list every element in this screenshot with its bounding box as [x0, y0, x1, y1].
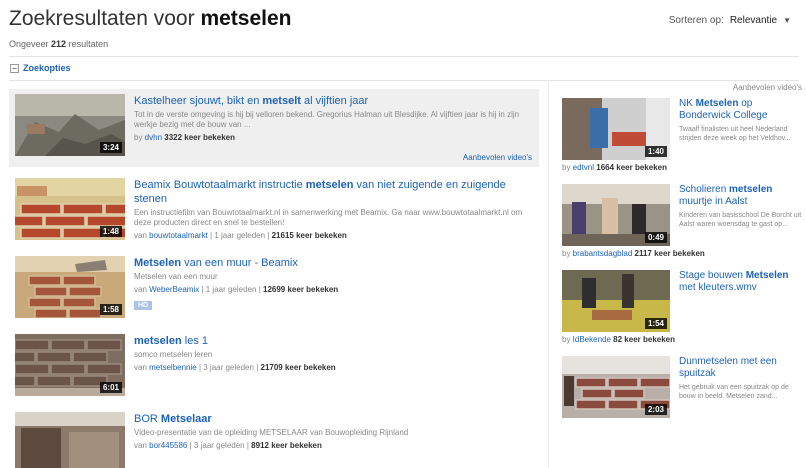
video-title[interactable]: metselen les 1	[134, 334, 533, 348]
video-thumbnail[interactable]: 2:03	[562, 356, 670, 418]
thumbnail-image	[15, 412, 125, 468]
video-meta: by edtvnl 1664 keer bekeken	[562, 163, 667, 172]
video-duration: 1:54	[644, 318, 667, 329]
video-meta: by IdBekende 82 keer bekeken	[562, 335, 675, 344]
video-meta: van bouwtotaalmarkt | 1 jaar geleden | 2…	[134, 231, 347, 240]
view-count: 1664 keer bekeken	[596, 163, 667, 172]
query-text: metselen	[200, 7, 292, 30]
result-item[interactable]: 6:01 metselen les 1 somco metselen leren…	[9, 329, 539, 401]
video-description: Kinderen van basisschool De Borcht uit A…	[679, 212, 802, 228]
divider	[9, 80, 799, 81]
video-title[interactable]: Stage bouwen Metselen met kleuters.wmv	[679, 270, 802, 294]
video-duration: 6:01	[99, 382, 122, 393]
video-duration: 0:49	[644, 232, 667, 243]
search-options-label[interactable]: Zoekopties	[23, 63, 71, 73]
sidebar-video[interactable]: 2:03 Dunmetselen met een spuitzak Het ge…	[562, 356, 802, 418]
search-options-toggle[interactable]: − Zoekopties	[10, 63, 71, 73]
video-title[interactable]: Beamix Bouwtotaalmarkt instructie metsel…	[134, 178, 533, 206]
video-title[interactable]: NK Metselen op Bonderwick College	[679, 98, 802, 122]
video-thumbnail[interactable]: 1:54	[562, 270, 670, 332]
video-meta: by dvhn 3322 keer bekeken	[134, 133, 235, 142]
sidebar-video[interactable]: 0:49 Scholieren metselen muurtje in Aals…	[562, 184, 802, 258]
video-description: Het gebruik van een spuitzak op de bouw …	[679, 384, 789, 400]
view-count: 3322 keer bekeken	[164, 133, 235, 142]
channel-link[interactable]: IdBekende	[573, 335, 611, 344]
video-description: Video-presentatie van de opleiding METSE…	[134, 428, 409, 437]
video-description: Metselen van een muur	[134, 272, 218, 281]
video-description: Tot in de verste omgeving is hij bij vel…	[134, 110, 520, 129]
video-thumbnail[interactable]: 3:24	[15, 94, 125, 156]
result-item[interactable]: 1:58 Metselen van een muur - Beamix Mets…	[9, 251, 539, 323]
result-item[interactable]: BOR Metselaar Video-presentatie van de o…	[9, 407, 539, 468]
video-duration: 1:48	[99, 226, 122, 237]
hd-badge: HD	[134, 301, 153, 310]
video-thumbnail[interactable]: 1:58	[15, 256, 125, 318]
sort-control[interactable]: Sorteren op: Relevantie ▼	[669, 15, 791, 26]
video-meta: van bor445586 | 3 jaar geleden | 8912 ke…	[134, 441, 322, 450]
video-thumbnail[interactable]: 6:01	[15, 334, 125, 396]
video-title[interactable]: BOR Metselaar	[134, 412, 533, 426]
channel-link[interactable]: bor445586	[149, 441, 187, 450]
video-thumbnail[interactable]: 1:48	[15, 178, 125, 240]
view-count: 2117 keer bekeken	[634, 249, 705, 258]
channel-link[interactable]: metselbennie	[149, 363, 197, 372]
promoted-videos-link[interactable]: Aanbevolen video's	[463, 153, 532, 162]
view-count: 82 keer bekeken	[613, 335, 675, 344]
expand-icon[interactable]: −	[10, 63, 19, 73]
video-title[interactable]: Scholieren metselen muurtje in Aalst	[679, 184, 802, 208]
result-item[interactable]: 1:48 Beamix Bouwtotaalmarkt instructie m…	[9, 173, 539, 245]
video-meta: van WeberBeamix | 1 jaar geleden | 12699…	[134, 285, 339, 294]
channel-link[interactable]: bouwtotaalmarkt	[149, 231, 208, 240]
view-count: 21615 keer bekeken	[271, 231, 347, 240]
channel-link[interactable]: edtvnl	[573, 163, 594, 172]
video-thumbnail[interactable]: 0:49	[562, 184, 670, 246]
sort-dropdown[interactable]: Relevantie	[730, 15, 777, 26]
video-description: somco metselen leren	[134, 350, 213, 359]
sidebar-heading: Aanbevolen video's	[732, 83, 802, 92]
video-meta: van metselbennie | 3 jaar geleden | 2170…	[134, 363, 336, 372]
video-duration: 1:40	[644, 146, 667, 157]
divider	[9, 56, 799, 57]
channel-link[interactable]: brabantsdagblad	[573, 249, 633, 258]
sort-label: Sorteren op:	[668, 15, 724, 26]
video-title[interactable]: Dunmetselen met een spuitzak	[679, 356, 802, 380]
video-thumbnail[interactable]	[15, 412, 125, 468]
channel-link[interactable]: dvhn	[145, 133, 162, 142]
chevron-down-icon[interactable]: ▼	[783, 16, 791, 25]
search-header: Zoekresultaten voor metselen Ongeveer 21…	[9, 6, 799, 60]
view-count: 21709 keer bekeken	[260, 363, 336, 372]
recommended-sidebar: Aanbevolen video's 1:40 NK Metselen op B…	[548, 83, 802, 430]
video-description: Een instructiefilm van Bouwtotaalmarkt.n…	[134, 208, 523, 227]
video-title[interactable]: Metselen van een muur - Beamix	[134, 256, 533, 270]
video-duration: 2:03	[644, 404, 667, 415]
video-thumbnail[interactable]: 1:40	[562, 98, 670, 160]
view-count: 8912 keer bekeken	[251, 441, 322, 450]
channel-link[interactable]: WeberBeamix	[149, 285, 199, 294]
video-description: Twaalf finalisten uit heel Nederland str…	[679, 126, 791, 142]
view-count: 12699 keer bekeken	[263, 285, 339, 294]
video-duration: 3:24	[99, 142, 122, 153]
result-count: Ongeveer 212 resultaten	[9, 39, 109, 49]
sidebar-video[interactable]: 1:54 Stage bouwen Metselen met kleuters.…	[562, 270, 802, 344]
results-list: 3:24 Kastelheer sjouwt, bikt en metselt …	[9, 89, 539, 468]
video-title[interactable]: Kastelheer sjouwt, bikt en metselt al vi…	[134, 94, 533, 108]
result-item[interactable]: 3:24 Kastelheer sjouwt, bikt en metselt …	[9, 89, 539, 167]
sidebar-video[interactable]: 1:40 NK Metselen op Bonderwick College T…	[562, 98, 802, 172]
video-meta: by brabantsdagblad 2117 keer bekeken	[562, 249, 705, 258]
video-duration: 1:58	[99, 304, 122, 315]
